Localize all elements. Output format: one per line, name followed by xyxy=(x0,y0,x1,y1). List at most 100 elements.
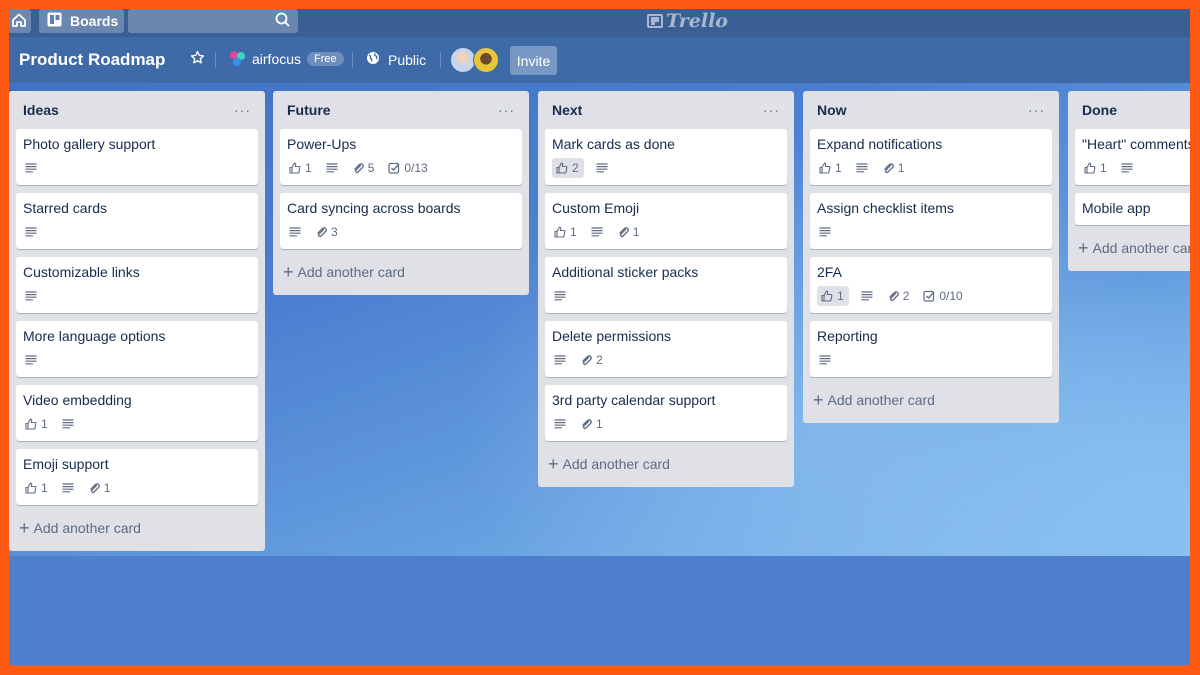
boards-button[interactable]: Boards xyxy=(39,9,124,33)
card-title: Video embedding xyxy=(23,392,132,408)
votes-badge[interactable]: 1 xyxy=(817,158,844,178)
votes-badge[interactable]: 1 xyxy=(1082,158,1109,178)
more-options-icon[interactable]: ··· xyxy=(763,102,780,118)
checklist-badge: 0/13 xyxy=(386,158,429,178)
trello-logo[interactable]: Trello xyxy=(647,10,728,32)
attachments-count: 1 xyxy=(103,481,111,495)
search-input[interactable] xyxy=(128,9,298,33)
list-now: Now ··· Expand notifications 11 Assign c… xyxy=(803,91,1059,423)
attachments-count: 2 xyxy=(902,289,910,303)
card[interactable]: Reporting xyxy=(810,321,1052,377)
description-badge xyxy=(552,414,568,434)
more-options-icon[interactable]: ··· xyxy=(498,102,515,118)
plus-icon: + xyxy=(283,262,294,282)
votes-badge[interactable]: 1 xyxy=(817,286,849,306)
team-button[interactable]: airfocus Free xyxy=(230,51,344,67)
card[interactable]: Power-Ups 1 5 0/13 xyxy=(280,129,522,185)
description-badge xyxy=(854,158,870,178)
description-badge xyxy=(23,350,39,370)
description-badge xyxy=(1119,158,1135,178)
star-board-button[interactable] xyxy=(190,50,205,69)
list-header[interactable]: Next ··· xyxy=(545,91,787,129)
list-header[interactable]: Done ··· xyxy=(1075,91,1190,129)
description-icon xyxy=(554,291,566,301)
description-badge xyxy=(60,478,76,498)
list-header[interactable]: Future ··· xyxy=(280,91,522,129)
board-title[interactable]: Product Roadmap xyxy=(19,50,165,70)
votes-badge[interactable]: 1 xyxy=(23,478,50,498)
votes-badge[interactable]: 1 xyxy=(552,222,579,242)
list-title[interactable]: Now xyxy=(817,102,847,118)
card[interactable]: Assign checklist items xyxy=(810,193,1052,249)
card[interactable]: Mark cards as done 2 xyxy=(545,129,787,185)
card[interactable]: Mobile app xyxy=(1075,193,1190,225)
avatar[interactable] xyxy=(473,47,499,73)
add-card-label: Add another card xyxy=(562,456,670,472)
card-title: Emoji support xyxy=(23,456,109,472)
card[interactable]: Custom Emoji 11 xyxy=(545,193,787,249)
card[interactable]: Photo gallery support xyxy=(16,129,258,185)
visibility-button[interactable]: Public xyxy=(366,51,426,68)
votes-count: 1 xyxy=(570,225,577,239)
description-badge xyxy=(589,222,605,242)
card[interactable]: More language options xyxy=(16,321,258,377)
card-title: Mark cards as done xyxy=(552,136,675,152)
paperclip-icon xyxy=(882,162,894,174)
thumbs-up-icon xyxy=(554,226,566,238)
card[interactable]: Additional sticker packs xyxy=(545,257,787,313)
add-card-label: Add another card xyxy=(33,520,141,536)
card[interactable]: Video embedding 1 xyxy=(16,385,258,441)
votes-count: 2 xyxy=(572,161,579,175)
boards-icon xyxy=(47,12,62,30)
list-title[interactable]: Ideas xyxy=(23,102,59,118)
card[interactable]: Emoji support 1 1 xyxy=(16,449,258,505)
add-card-button[interactable]: + Add another card xyxy=(810,385,1052,415)
card-title: Expand notifications xyxy=(817,136,943,152)
attachments-count: 5 xyxy=(367,161,375,175)
card-badges xyxy=(23,158,251,178)
thumbs-up-icon xyxy=(821,290,833,302)
votes-badge[interactable]: 1 xyxy=(23,414,50,434)
search-icon[interactable] xyxy=(275,12,290,30)
description-icon xyxy=(819,227,831,237)
add-card-button[interactable]: + Add another card xyxy=(16,513,258,543)
card[interactable]: Expand notifications 11 xyxy=(810,129,1052,185)
card[interactable]: 2FA 1 2 0/10 xyxy=(810,257,1052,313)
add-card-button[interactable]: + Add another card xyxy=(545,449,787,479)
card-badges: 2 xyxy=(552,350,780,370)
card[interactable]: 3rd party calendar support 1 xyxy=(545,385,787,441)
plus-icon: + xyxy=(1078,238,1089,258)
list-title[interactable]: Next xyxy=(552,102,582,118)
checklist-progress: 0/13 xyxy=(404,161,428,175)
votes-badge[interactable]: 1 xyxy=(287,158,314,178)
card[interactable]: "Heart" comments 1 xyxy=(1075,129,1190,185)
list-header[interactable]: Now ··· xyxy=(810,91,1052,129)
list-header[interactable]: Ideas ··· xyxy=(16,91,258,129)
home-button[interactable] xyxy=(9,9,31,33)
card-badges xyxy=(817,350,1045,370)
list-title[interactable]: Future xyxy=(287,102,331,118)
paperclip-icon xyxy=(315,226,327,238)
description-badge xyxy=(552,286,568,306)
paperclip-icon xyxy=(352,162,364,174)
paperclip-icon xyxy=(580,354,592,366)
description-badge xyxy=(60,414,76,434)
attachments-badge: 1 xyxy=(86,478,113,498)
card[interactable]: Delete permissions 2 xyxy=(545,321,787,377)
card[interactable]: Card syncing across boards 3 xyxy=(280,193,522,249)
more-options-icon[interactable]: ··· xyxy=(1028,102,1045,118)
card-title: 2FA xyxy=(817,264,842,280)
description-badge xyxy=(552,350,568,370)
card-badges: 1 5 0/13 xyxy=(287,158,515,178)
description-icon xyxy=(591,227,603,237)
add-card-button[interactable]: + Add another card xyxy=(1075,233,1190,263)
attachments-badge: 5 xyxy=(350,158,377,178)
attachments-badge: 1 xyxy=(615,222,642,242)
votes-badge[interactable]: 2 xyxy=(552,158,584,178)
card[interactable]: Starred cards xyxy=(16,193,258,249)
card[interactable]: Customizable links xyxy=(16,257,258,313)
invite-button[interactable]: Invite xyxy=(510,46,557,75)
list-title[interactable]: Done xyxy=(1082,102,1117,118)
add-card-button[interactable]: + Add another card xyxy=(280,257,522,287)
more-options-icon[interactable]: ··· xyxy=(234,102,251,118)
